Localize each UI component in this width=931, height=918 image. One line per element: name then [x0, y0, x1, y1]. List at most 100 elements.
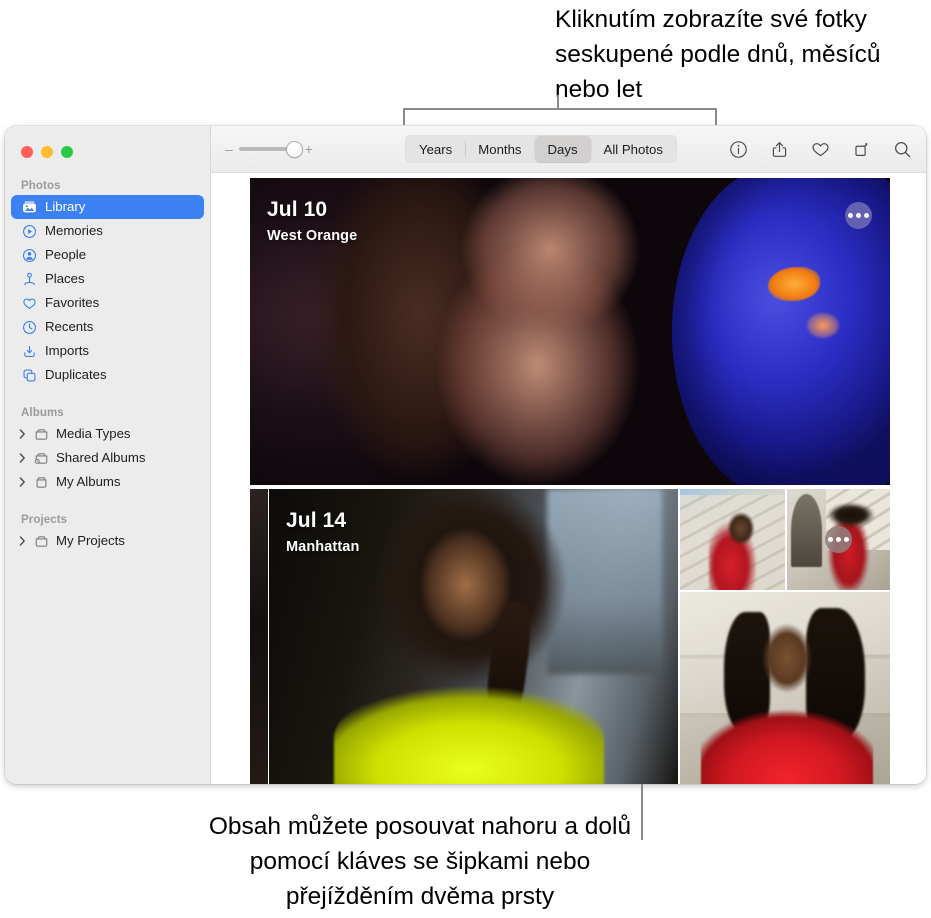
photo-date: Jul 14: [286, 510, 359, 532]
dot: [836, 537, 841, 542]
callout-bracket-left-tick: [403, 108, 405, 125]
dot: [848, 213, 853, 218]
callout-text-bottom: Obsah můžete posouvat nahoru a dolů pomo…: [190, 809, 650, 914]
dot: [864, 213, 869, 218]
chevron-right-icon[interactable]: [17, 536, 28, 547]
folder-icon: [33, 426, 50, 443]
photo-tile-jul14-thumb-1[interactable]: [680, 489, 785, 590]
photo-tile-jul14-thumb-2[interactable]: [787, 489, 890, 590]
photo-tile-caption: Jul 14 Manhattan: [286, 510, 359, 555]
photo-artwork: [680, 592, 890, 784]
zoom-slider-knob[interactable]: [286, 141, 303, 158]
chevron-right-icon[interactable]: [17, 453, 28, 464]
share-icon[interactable]: [769, 139, 789, 159]
dot: [828, 537, 833, 542]
sidebar-item-imports[interactable]: Imports: [11, 339, 204, 363]
photo-tile-jul10[interactable]: Jul 10 West Orange: [250, 178, 890, 485]
sidebar-group-photos: Photos Library: [5, 180, 210, 387]
zoom-slider[interactable]: [239, 142, 299, 156]
tab-all-photos[interactable]: All Photos: [591, 136, 676, 162]
content-area: – + Years Months Days All Photos: [211, 126, 926, 784]
sidebar-header-albums: Albums: [5, 407, 210, 422]
sidebar-item-label: Places: [45, 272, 85, 285]
minimize-window-button[interactable]: [41, 146, 53, 158]
sidebar-item-label: Duplicates: [45, 368, 107, 381]
sidebar-item-label: Recents: [45, 320, 93, 333]
sidebar-item-label: People: [45, 248, 86, 261]
callout-bracket-top: [403, 108, 717, 110]
dot: [844, 537, 849, 542]
clock-icon: [21, 319, 38, 336]
sidebar-item-people[interactable]: People: [11, 243, 204, 267]
people-icon: [21, 247, 38, 264]
photo-detail: [824, 501, 878, 529]
dot: [856, 213, 861, 218]
memories-icon: [21, 223, 38, 240]
more-options-icon[interactable]: [825, 526, 852, 553]
sidebar-item-duplicates[interactable]: Duplicates: [11, 363, 204, 387]
sidebar: Photos Library: [5, 126, 211, 784]
heart-icon: [21, 295, 38, 312]
heart-icon[interactable]: [810, 139, 830, 159]
sidebar-item-label: Favorites: [45, 296, 99, 309]
zoom-out-label[interactable]: –: [225, 142, 233, 156]
callout-bracket-right-tick: [715, 108, 717, 125]
info-icon[interactable]: [728, 139, 748, 159]
photo-tile-jul14-main[interactable]: Jul 14 Manhattan: [269, 489, 678, 784]
close-window-button[interactable]: [21, 146, 33, 158]
sidebar-item-my-albums[interactable]: My Albums: [11, 470, 204, 494]
sidebar-header-photos: Photos: [5, 180, 210, 195]
photo-detail: [768, 267, 819, 301]
sidebar-item-favorites[interactable]: Favorites: [11, 291, 204, 315]
tab-years[interactable]: Years: [406, 136, 465, 162]
chevron-right-icon[interactable]: [17, 429, 28, 440]
view-mode-segmented-control[interactable]: Years Months Days All Photos: [405, 135, 677, 163]
folder-icon: [33, 474, 50, 491]
library-icon: [21, 199, 38, 216]
sidebar-item-memories[interactable]: Memories: [11, 219, 204, 243]
photo-date: Jul 10: [267, 199, 357, 221]
photo-detail: [807, 313, 839, 338]
sidebar-item-label: Media Types: [56, 427, 131, 440]
toolbar: – + Years Months Days All Photos: [211, 126, 926, 173]
photo-artwork: [250, 489, 268, 784]
photo-tile-sliver[interactable]: [250, 489, 268, 784]
photos-app-window: Photos Library: [5, 126, 926, 784]
callout-text-top: Kliknutím zobrazíte své fotky seskupené …: [555, 2, 931, 107]
places-icon: [21, 271, 38, 288]
shared-folder-icon: [33, 450, 50, 467]
sidebar-group-albums: Albums Media Types: [5, 407, 210, 494]
sidebar-item-library[interactable]: Library: [11, 195, 204, 219]
photo-artwork: [680, 489, 785, 590]
photo-tile-caption: Jul 10 West Orange: [267, 199, 357, 244]
sidebar-item-label: Memories: [45, 224, 103, 237]
sidebar-item-shared-albums[interactable]: Shared Albums: [11, 446, 204, 470]
photo-tile-jul14-thumb-3[interactable]: [680, 592, 890, 784]
sidebar-item-label: Library: [45, 200, 85, 213]
tab-days[interactable]: Days: [535, 136, 591, 162]
duplicates-icon: [21, 367, 38, 384]
zoom-slider-group[interactable]: – +: [225, 142, 313, 156]
photo-detail: [701, 709, 873, 784]
zoom-window-button[interactable]: [61, 146, 73, 158]
sidebar-item-media-types[interactable]: Media Types: [11, 422, 204, 446]
tab-months[interactable]: Months: [465, 136, 534, 162]
photo-detail: [791, 494, 822, 567]
rotate-icon[interactable]: [851, 139, 871, 159]
photo-detail: [726, 511, 755, 545]
search-icon[interactable]: [892, 139, 912, 159]
sidebar-item-label: Imports: [45, 344, 89, 357]
window-controls: [5, 126, 210, 158]
folder-icon: [33, 533, 50, 550]
more-options-icon[interactable]: [845, 202, 872, 229]
callout-leader-stem-top: [557, 95, 559, 109]
sidebar-item-my-projects[interactable]: My Projects: [11, 529, 204, 553]
zoom-in-label[interactable]: +: [305, 142, 313, 156]
photo-grid-scroll-area[interactable]: Jul 10 West Orange: [211, 173, 926, 784]
sidebar-header-projects: Projects: [5, 514, 210, 529]
sidebar-item-recents[interactable]: Recents: [11, 315, 204, 339]
chevron-right-icon[interactable]: [17, 477, 28, 488]
photo-detail: [751, 615, 822, 705]
sidebar-item-label: My Albums: [56, 475, 121, 488]
sidebar-item-places[interactable]: Places: [11, 267, 204, 291]
